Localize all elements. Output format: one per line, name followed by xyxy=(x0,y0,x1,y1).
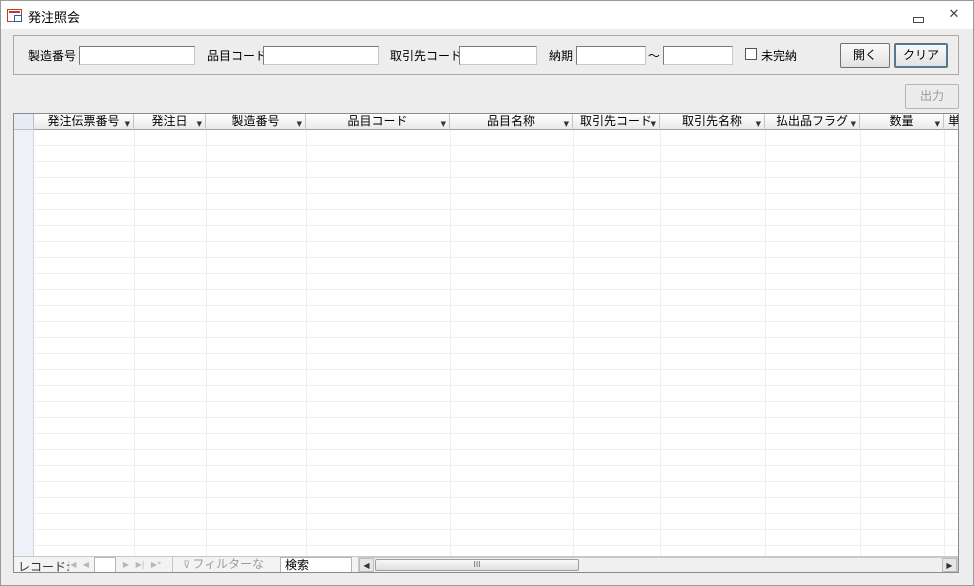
range-separator: ～ xyxy=(648,49,661,63)
hinmoku-code-label: 品目コード xyxy=(207,49,268,63)
grid-body[interactable] xyxy=(34,130,958,556)
torihikisaki-code-label: 取引先コード xyxy=(390,49,463,63)
scroll-left-icon[interactable]: ◀ xyxy=(359,558,374,572)
next-record-icon[interactable]: ▶ xyxy=(120,558,132,571)
output-button[interactable]: 出力 xyxy=(905,84,959,109)
mikannou-label: 未完納 xyxy=(761,49,798,63)
record-selector-column[interactable] xyxy=(14,114,34,572)
open-button[interactable]: 開く xyxy=(840,43,890,68)
column-header[interactable]: 品目コード ▼ xyxy=(306,114,450,130)
column-divider xyxy=(206,130,207,556)
new-record-icon[interactable]: ▶* xyxy=(150,558,162,571)
column-header[interactable]: 品目名称 ▼ xyxy=(450,114,573,130)
noki-from-input[interactable] xyxy=(576,46,646,65)
previous-record-icon[interactable]: ◀ xyxy=(80,558,92,571)
hinmoku-code-input[interactable] xyxy=(263,46,379,65)
first-record-icon[interactable]: |◀ xyxy=(66,558,78,571)
torihikisaki-code-input[interactable] xyxy=(459,46,537,65)
column-header[interactable]: 取引先コード ▼ xyxy=(573,114,660,130)
last-record-icon[interactable]: ▶| xyxy=(134,558,146,571)
form-icon xyxy=(7,9,22,22)
dropdown-icon[interactable]: ▼ xyxy=(441,117,446,130)
column-divider xyxy=(450,130,451,556)
horizontal-scrollbar[interactable]: ◀ III ▶ xyxy=(358,557,958,572)
dropdown-icon[interactable]: ▼ xyxy=(297,117,302,130)
datasheet-grid: 発注伝票番号 ▼ 発注日 ▼ 製造番号 ▼ 品目コード ▼ 品目名称 ▼ 取引先コード ▼ … xyxy=(13,113,959,573)
main-window: 発注照会 ✕ 製造番号 品目コード 取引先コード 納期 ～ 未完納 開く クリア… xyxy=(0,0,974,586)
dropdown-icon[interactable]: ▼ xyxy=(564,117,569,130)
minimize-icon[interactable] xyxy=(911,10,925,23)
column-header[interactable]: 単 xyxy=(944,114,958,130)
dropdown-icon[interactable]: ▼ xyxy=(651,117,656,130)
column-header[interactable]: 発注伝票番号 ▼ xyxy=(34,114,134,130)
column-header[interactable]: 製造番号 ▼ xyxy=(206,114,306,130)
seizo-bango-label: 製造番号 xyxy=(28,49,77,63)
column-header[interactable]: 発注日 ▼ xyxy=(134,114,206,130)
dropdown-icon[interactable]: ▼ xyxy=(197,117,202,130)
filter-icon: ⊽ xyxy=(183,560,191,571)
column-header[interactable]: 払出品フラグ ▼ xyxy=(765,114,860,130)
column-divider xyxy=(860,130,861,556)
column-divider xyxy=(306,130,307,556)
dropdown-icon[interactable]: ▼ xyxy=(756,117,761,130)
column-header[interactable]: 取引先名称 ▼ xyxy=(660,114,765,130)
column-divider xyxy=(660,130,661,556)
column-divider xyxy=(573,130,574,556)
mikannou-checkbox[interactable] xyxy=(745,48,757,60)
record-label: レコード: xyxy=(18,560,71,573)
grid-header: 発注伝票番号 ▼ 発注日 ▼ 製造番号 ▼ 品目コード ▼ 品目名称 ▼ 取引先コード ▼ … xyxy=(34,114,958,130)
scroll-right-icon[interactable]: ▶ xyxy=(942,558,957,572)
title-bar: 発注照会 ✕ xyxy=(1,1,973,29)
window-title: 発注照会 xyxy=(28,11,81,26)
seizo-bango-input[interactable] xyxy=(79,46,195,65)
noki-label: 納期 xyxy=(549,49,574,63)
select-all-corner[interactable] xyxy=(14,114,34,130)
search-box[interactable]: 検索 xyxy=(280,557,352,572)
filter-status[interactable]: ⊽フィルターなし xyxy=(172,557,276,572)
current-record-input[interactable] xyxy=(94,557,116,572)
filter-panel: 製造番号 品目コード 取引先コード 納期 ～ 未完納 開く クリア xyxy=(13,35,959,75)
column-header[interactable]: 数量 ▼ xyxy=(860,114,944,130)
close-icon[interactable]: ✕ xyxy=(946,7,962,23)
dropdown-icon[interactable]: ▼ xyxy=(935,117,940,130)
scroll-thumb[interactable]: III xyxy=(375,559,579,571)
record-navigation-bar: レコード: |◀ ◀ ▶ ▶| ▶* ⊽フィルターなし 検索 ◀ III ▶ xyxy=(14,556,958,572)
noki-to-input[interactable] xyxy=(663,46,733,65)
dropdown-icon[interactable]: ▼ xyxy=(125,117,130,130)
column-divider xyxy=(944,130,945,556)
column-divider xyxy=(765,130,766,556)
clear-button[interactable]: クリア xyxy=(894,43,948,68)
dropdown-icon[interactable]: ▼ xyxy=(851,117,856,130)
column-divider xyxy=(134,130,135,556)
